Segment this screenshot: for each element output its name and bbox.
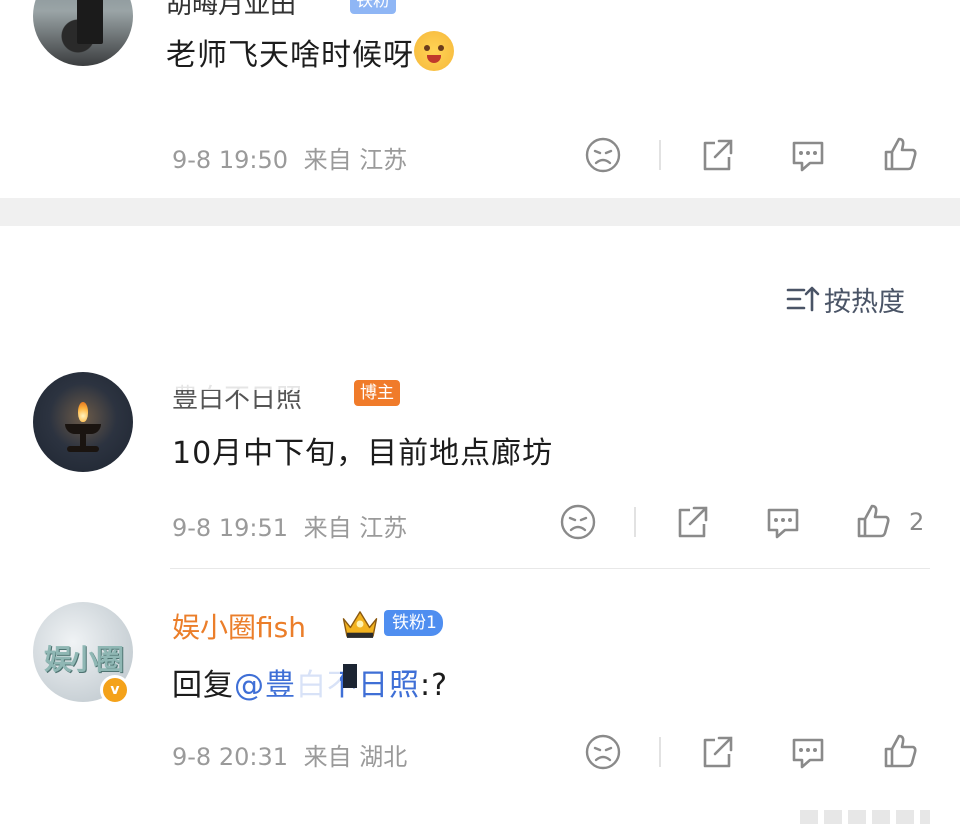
section-separator: [0, 198, 960, 226]
blogger-badge: 博主: [354, 380, 400, 406]
comment-time: 9-8 20:31: [172, 743, 288, 771]
reply-divider: [170, 568, 930, 569]
dislike-icon[interactable]: [558, 502, 598, 542]
comment-text: 10月中下旬，目前地点廊坊: [172, 436, 554, 471]
comment-username[interactable]: 胡晦月亚田: [166, 0, 296, 21]
like-icon[interactable]: [880, 134, 920, 174]
sort-by-hot-button[interactable]: 按热度: [824, 280, 905, 319]
comment-location: 来自 湖北: [303, 743, 408, 771]
fan-badge: 铁粉: [350, 0, 396, 14]
like-icon[interactable]: [853, 501, 893, 541]
redaction-mark: [343, 664, 357, 688]
dislike-icon[interactable]: [583, 135, 623, 175]
divider: [659, 737, 661, 767]
dislike-icon[interactable]: [583, 732, 623, 772]
comment-time: 9-8 19:51: [172, 514, 288, 542]
comment-icon[interactable]: [788, 732, 828, 772]
avatar-text: 娱小圈: [43, 643, 124, 676]
divider: [634, 507, 636, 537]
reply-prefix: 回复: [172, 668, 234, 703]
content-suffix: :?: [420, 668, 449, 703]
fan-badge: 铁粉1: [384, 610, 443, 636]
avatar[interactable]: [33, 0, 133, 66]
crown-icon: [340, 604, 386, 644]
comment-location: 来自 江苏: [303, 146, 408, 174]
comment-time: 9-8 19:50: [172, 146, 288, 174]
comment-location: 来自 江苏: [303, 514, 408, 542]
like-count: 2: [909, 508, 925, 536]
blush-emoji-icon: [414, 31, 454, 71]
comment-text: 老师飞天啥时候呀: [166, 30, 454, 74]
comment-meta: 9-8 20:31 来自 湖北: [172, 737, 407, 772]
avatar[interactable]: [33, 372, 133, 472]
comment-icon[interactable]: [763, 502, 803, 542]
sort-icon[interactable]: [786, 284, 820, 314]
watermark: [800, 810, 930, 824]
redaction-mark: [170, 376, 350, 390]
verified-icon: v: [100, 675, 130, 705]
comment-meta: 9-8 19:51 来自 江苏: [172, 508, 407, 543]
comment-username[interactable]: 娱小圈fish: [172, 606, 306, 646]
share-icon[interactable]: [697, 732, 737, 772]
comment-meta: 9-8 19:50 来自 江苏: [172, 140, 407, 175]
share-icon[interactable]: [697, 135, 737, 175]
share-icon[interactable]: [672, 502, 712, 542]
comment-icon[interactable]: [788, 135, 828, 175]
like-icon[interactable]: [880, 731, 920, 771]
redaction-mark: [300, 660, 340, 700]
divider: [659, 140, 661, 170]
